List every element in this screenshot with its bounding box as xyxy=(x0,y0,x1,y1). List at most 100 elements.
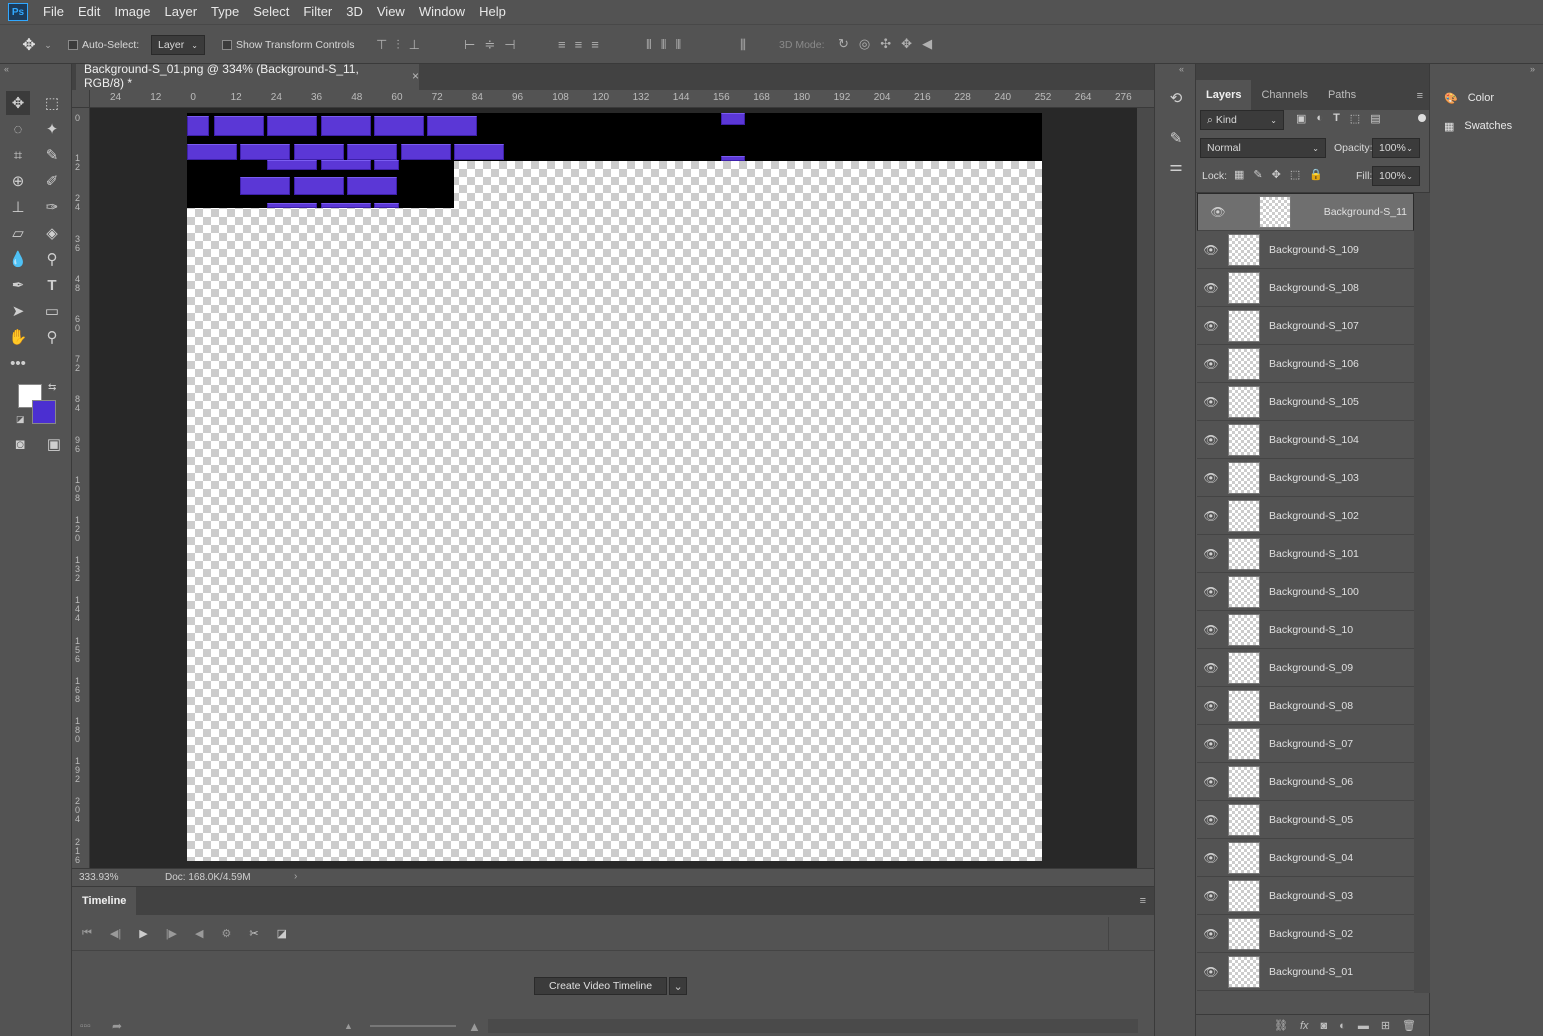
distribute-vcenter-icon[interactable]: ≡ xyxy=(575,37,583,52)
timeline-tab[interactable]: Timeline xyxy=(72,887,137,915)
next-frame-icon[interactable]: |▶ xyxy=(166,927,177,940)
layer-row[interactable]: 👁 Background-S_100 xyxy=(1197,573,1414,611)
layer-row[interactable]: 👁 Background-S_09 xyxy=(1197,649,1414,687)
menu-filter[interactable]: Filter xyxy=(296,0,339,24)
tab-paths[interactable]: Paths xyxy=(1318,80,1366,110)
marquee-tool-icon[interactable]: ⬚ xyxy=(40,91,64,115)
layer-row[interactable]: 👁 Background-S_04 xyxy=(1197,839,1414,877)
auto-select-checkbox[interactable] xyxy=(68,40,78,50)
visibility-eye-icon[interactable]: 👁 xyxy=(1197,851,1225,865)
lasso-tool-icon[interactable]: ◌ xyxy=(6,117,30,141)
menu-window[interactable]: Window xyxy=(412,0,472,24)
magic-wand-tool-icon[interactable]: ✦ xyxy=(40,117,64,141)
history-brush-tool-icon[interactable]: ✑ xyxy=(40,195,64,219)
new-layer-icon[interactable]: ⊞ xyxy=(1381,1019,1390,1032)
visibility-eye-icon[interactable]: 👁 xyxy=(1197,471,1225,485)
visibility-eye-icon[interactable]: 👁 xyxy=(1197,775,1225,789)
link-layers-icon[interactable]: ⛓ xyxy=(1274,1019,1288,1032)
auto-select-group[interactable]: Auto-Select: xyxy=(68,39,139,51)
brush-tool-icon[interactable]: ✐ xyxy=(40,169,64,193)
layer-row[interactable]: 👁 Background-S_11 xyxy=(1197,193,1414,231)
brush-settings-icon[interactable]: ✎ xyxy=(1164,126,1188,150)
healing-tool-icon[interactable]: ⊕ xyxy=(6,169,30,193)
color-panel-button[interactable]: 🎨 Color xyxy=(1430,84,1543,112)
adjustments-icon[interactable]: ⚌ xyxy=(1164,154,1188,178)
filter-adjustment-icon[interactable]: ◐ xyxy=(1316,112,1323,125)
eyedropper-tool-icon[interactable]: ✎ xyxy=(40,143,64,167)
align-bottom-icon[interactable]: ⊥ xyxy=(409,37,420,53)
visibility-eye-icon[interactable]: 👁 xyxy=(1197,395,1225,409)
layer-row[interactable]: 👁 Background-S_01 xyxy=(1197,953,1414,991)
close-tab-icon[interactable]: × xyxy=(412,69,419,83)
collapse-arrows-icon[interactable]: « xyxy=(4,64,9,74)
filter-type-icon[interactable]: T xyxy=(1333,112,1340,125)
menu-file[interactable]: File xyxy=(36,0,71,24)
stamp-tool-icon[interactable]: ⊥ xyxy=(6,195,30,219)
layer-style-icon[interactable]: fx xyxy=(1300,1020,1309,1032)
paint-bucket-tool-icon[interactable]: ◈ xyxy=(40,221,64,245)
transform-controls-group[interactable]: Show Transform Controls xyxy=(222,39,354,51)
add-mask-icon[interactable]: ◙ xyxy=(1321,1020,1328,1032)
history-panel-icon[interactable]: ⟲ xyxy=(1164,86,1188,110)
layer-row[interactable]: 👁 Background-S_10 xyxy=(1197,611,1414,649)
visibility-eye-icon[interactable]: 👁 xyxy=(1197,509,1225,523)
3d-pan-icon[interactable]: ✣ xyxy=(880,36,891,52)
layer-row[interactable]: 👁 Background-S_06 xyxy=(1197,763,1414,801)
filter-toggle-icon[interactable] xyxy=(1418,114,1426,122)
align-top-icon[interactable]: ⊤ xyxy=(376,37,387,53)
visibility-eye-icon[interactable]: 👁 xyxy=(1197,547,1225,561)
new-adjustment-icon[interactable]: ◐ xyxy=(1339,1020,1346,1032)
tab-layers[interactable]: Layers xyxy=(1196,80,1252,110)
3d-orbit-icon[interactable]: ↻ xyxy=(838,36,849,52)
layer-row[interactable]: 👁 Background-S_101 xyxy=(1197,535,1414,573)
visibility-eye-icon[interactable]: 👁 xyxy=(1197,357,1225,371)
distribute-right-icon[interactable]: ⦀ xyxy=(675,37,681,53)
filter-smart-object-icon[interactable]: ▤ xyxy=(1370,112,1380,125)
menu-edit[interactable]: Edit xyxy=(71,0,107,24)
panel-menu-icon[interactable]: ≡ xyxy=(1140,895,1146,907)
vertical-scrollbar[interactable] xyxy=(1137,108,1154,868)
swatches-panel-button[interactable]: ▦ Swatches xyxy=(1430,112,1543,140)
document-canvas[interactable] xyxy=(187,113,1042,861)
frame-view-icon[interactable]: ▫▫▫ xyxy=(80,1021,91,1032)
chevron-down-icon[interactable]: ⌄ xyxy=(669,977,688,995)
menu-layer[interactable]: Layer xyxy=(158,0,205,24)
dodge-tool-icon[interactable]: ⚲ xyxy=(40,247,64,271)
layer-row[interactable]: 👁 Background-S_103 xyxy=(1197,459,1414,497)
render-arrow-icon[interactable]: ➦ xyxy=(112,1019,122,1033)
move-tool-icon[interactable]: ✥ xyxy=(6,91,30,115)
swap-colors-icon[interactable]: ⇆ xyxy=(48,382,56,393)
visibility-eye-icon[interactable]: 👁 xyxy=(1197,965,1225,979)
audio-icon[interactable]: ◀ xyxy=(195,927,203,940)
play-icon[interactable]: ▶ xyxy=(139,927,147,940)
visibility-eye-icon[interactable]: 👁 xyxy=(1197,433,1225,447)
3d-slide-icon[interactable]: ✥ xyxy=(901,36,912,52)
opacity-input[interactable]: 100% ⌄ xyxy=(1372,138,1420,158)
visibility-eye-icon[interactable]: 👁 xyxy=(1204,205,1232,219)
fill-input[interactable]: 100% ⌄ xyxy=(1372,166,1420,186)
zoom-out-icon[interactable]: ▲ xyxy=(344,1021,353,1031)
distribute-hcenter-icon[interactable]: ⦀ xyxy=(661,37,667,53)
new-group-icon[interactable]: ▬ xyxy=(1358,1020,1369,1032)
timeline-scrollbar[interactable] xyxy=(488,1019,1138,1033)
more-tools-icon[interactable]: ••• xyxy=(6,351,30,375)
lock-all-icon[interactable]: 🔒 xyxy=(1309,168,1323,181)
default-colors-icon[interactable]: ◪ xyxy=(16,414,25,425)
auto-select-dropdown[interactable]: Layer ⌄ xyxy=(151,35,205,55)
visibility-eye-icon[interactable]: 👁 xyxy=(1197,243,1225,257)
menu-view[interactable]: View xyxy=(370,0,412,24)
timeline-zoom-slider[interactable] xyxy=(370,1025,456,1027)
layer-row[interactable]: 👁 Background-S_106 xyxy=(1197,345,1414,383)
visibility-eye-icon[interactable]: 👁 xyxy=(1197,737,1225,751)
layer-row[interactable]: 👁 Background-S_102 xyxy=(1197,497,1414,535)
visibility-eye-icon[interactable]: 👁 xyxy=(1197,927,1225,941)
layer-row[interactable]: 👁 Background-S_108 xyxy=(1197,269,1414,307)
align-left-icon[interactable]: ⊢ xyxy=(464,37,475,53)
layer-row[interactable]: 👁 Background-S_08 xyxy=(1197,687,1414,725)
lock-artboard-icon[interactable]: ⬚ xyxy=(1290,168,1300,181)
crop-tool-icon[interactable]: ⌗ xyxy=(6,143,30,167)
layer-row[interactable]: 👁 Background-S_107 xyxy=(1197,307,1414,345)
layer-row[interactable]: 👁 Background-S_109 xyxy=(1197,231,1414,269)
pen-tool-icon[interactable]: ✒ xyxy=(6,273,30,297)
auto-align-icon[interactable]: ⫼ xyxy=(740,37,746,53)
